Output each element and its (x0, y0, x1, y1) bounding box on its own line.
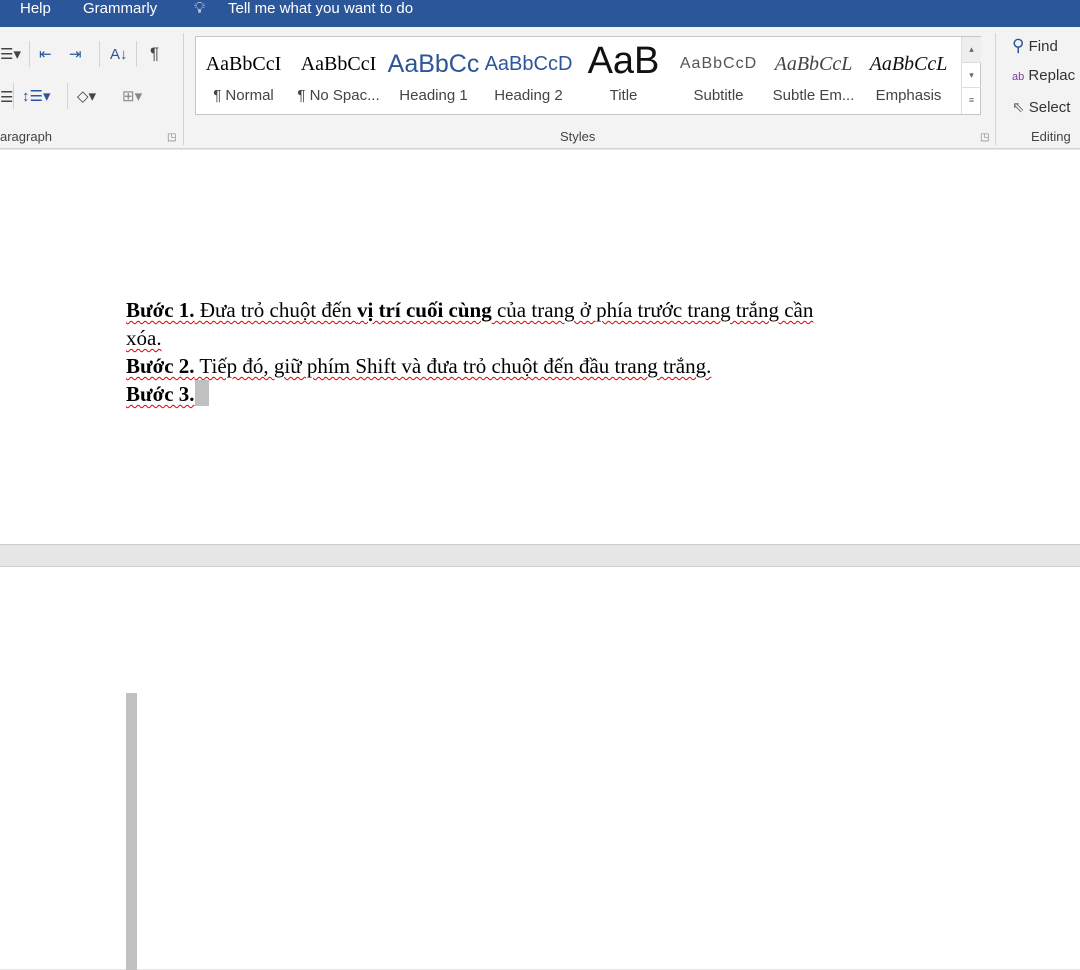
gallery-down-icon[interactable]: ▾ (962, 63, 981, 89)
bullets-icon[interactable]: ☰▾ (0, 46, 21, 64)
justify-icon[interactable]: ☰ (0, 89, 13, 107)
gallery-scrollbar[interactable]: ▴ ▾ ≡ (961, 37, 981, 114)
replace-button[interactable]: ab Replac (1012, 67, 1075, 84)
ribbon: ☰▾ ⇤ ⇥ A↓ ¶ ☰ ↕☰▾ ◇▾ ⊞▾ aragraph ◳ AaBbC… (0, 27, 1080, 149)
paragraph-launcher-icon[interactable]: ◳ (167, 129, 176, 147)
decrease-indent-icon[interactable]: ⇤ (39, 46, 52, 64)
paragraph-step-3: Bước 3. (126, 380, 813, 408)
document-text[interactable]: Bước 1. Đưa trỏ chuột đến vị trí cuối cù… (126, 296, 813, 408)
gallery-more-icon[interactable]: ≡ (962, 88, 981, 114)
line-spacing-icon[interactable]: ↕☰▾ (22, 88, 50, 106)
style-title[interactable]: AaB Title (576, 37, 671, 114)
lightbulb-icon: 💡︎ (194, 0, 206, 17)
find-button[interactable]: ⚲ Find (1012, 36, 1058, 56)
document-page-1[interactable]: Bước 1. Đưa trỏ chuột đến vị trí cuối cù… (0, 150, 1080, 545)
search-icon: ⚲ (1012, 36, 1025, 55)
replace-icon: ab (1012, 71, 1025, 83)
select-button[interactable]: ⇖ Select (1012, 98, 1070, 116)
editing-group-label: Editing (1031, 129, 1071, 144)
borders-icon[interactable]: ⊞▾ (122, 88, 142, 106)
styles-gallery: AaBbCcI ¶ Normal AaBbCcI ¶ No Spac... AaBb… (195, 36, 981, 115)
increase-indent-icon[interactable]: ⇥ (69, 46, 82, 64)
title-bar: Help Grammarly 💡︎ Tell me what you want … (0, 0, 1080, 27)
paragraph-step-2: Bước 2. Tiếp đó, giữ phím Shift và đưa t… (126, 354, 712, 378)
gallery-up-icon[interactable]: ▴ (962, 37, 981, 63)
paragraph-step-1-cont: xóa. (126, 326, 162, 350)
document-page-2[interactable] (0, 566, 1080, 970)
tab-help[interactable]: Help (20, 0, 51, 17)
paragraph-group-label: aragraph (0, 129, 53, 144)
sort-icon[interactable]: A↓ (110, 46, 128, 64)
shading-icon[interactable]: ◇▾ (77, 88, 96, 106)
styles-group-label: Styles (560, 129, 596, 144)
styles-launcher-icon[interactable]: ◳ (980, 129, 989, 147)
style-emphasis[interactable]: AaBbCcL Emphasis (861, 37, 956, 114)
pilcrow-icon[interactable]: ¶ (150, 45, 159, 63)
style-normal[interactable]: AaBbCcI ¶ Normal (196, 37, 291, 114)
cursor-icon: ⇖ (1012, 99, 1025, 116)
style-heading-2[interactable]: AaBbCcD Heading 2 (481, 37, 576, 114)
paragraph-step-1: Bước 1. Đưa trỏ chuột đến vị trí cuối cù… (126, 298, 814, 322)
style-subtle-emphasis[interactable]: AaBbCcL Subtle Em... (766, 37, 861, 114)
style-heading-1[interactable]: AaBbCc Heading 1 (386, 37, 481, 114)
style-subtitle[interactable]: AaBbCcD Subtitle (671, 37, 766, 114)
style-no-spacing[interactable]: AaBbCcI ¶ No Spac... (291, 37, 386, 114)
tab-grammarly[interactable]: Grammarly (83, 0, 157, 17)
tell-me-search[interactable]: Tell me what you want to do (228, 0, 413, 17)
selection-highlight-page-2 (126, 693, 137, 970)
selection-highlight (194, 380, 209, 406)
